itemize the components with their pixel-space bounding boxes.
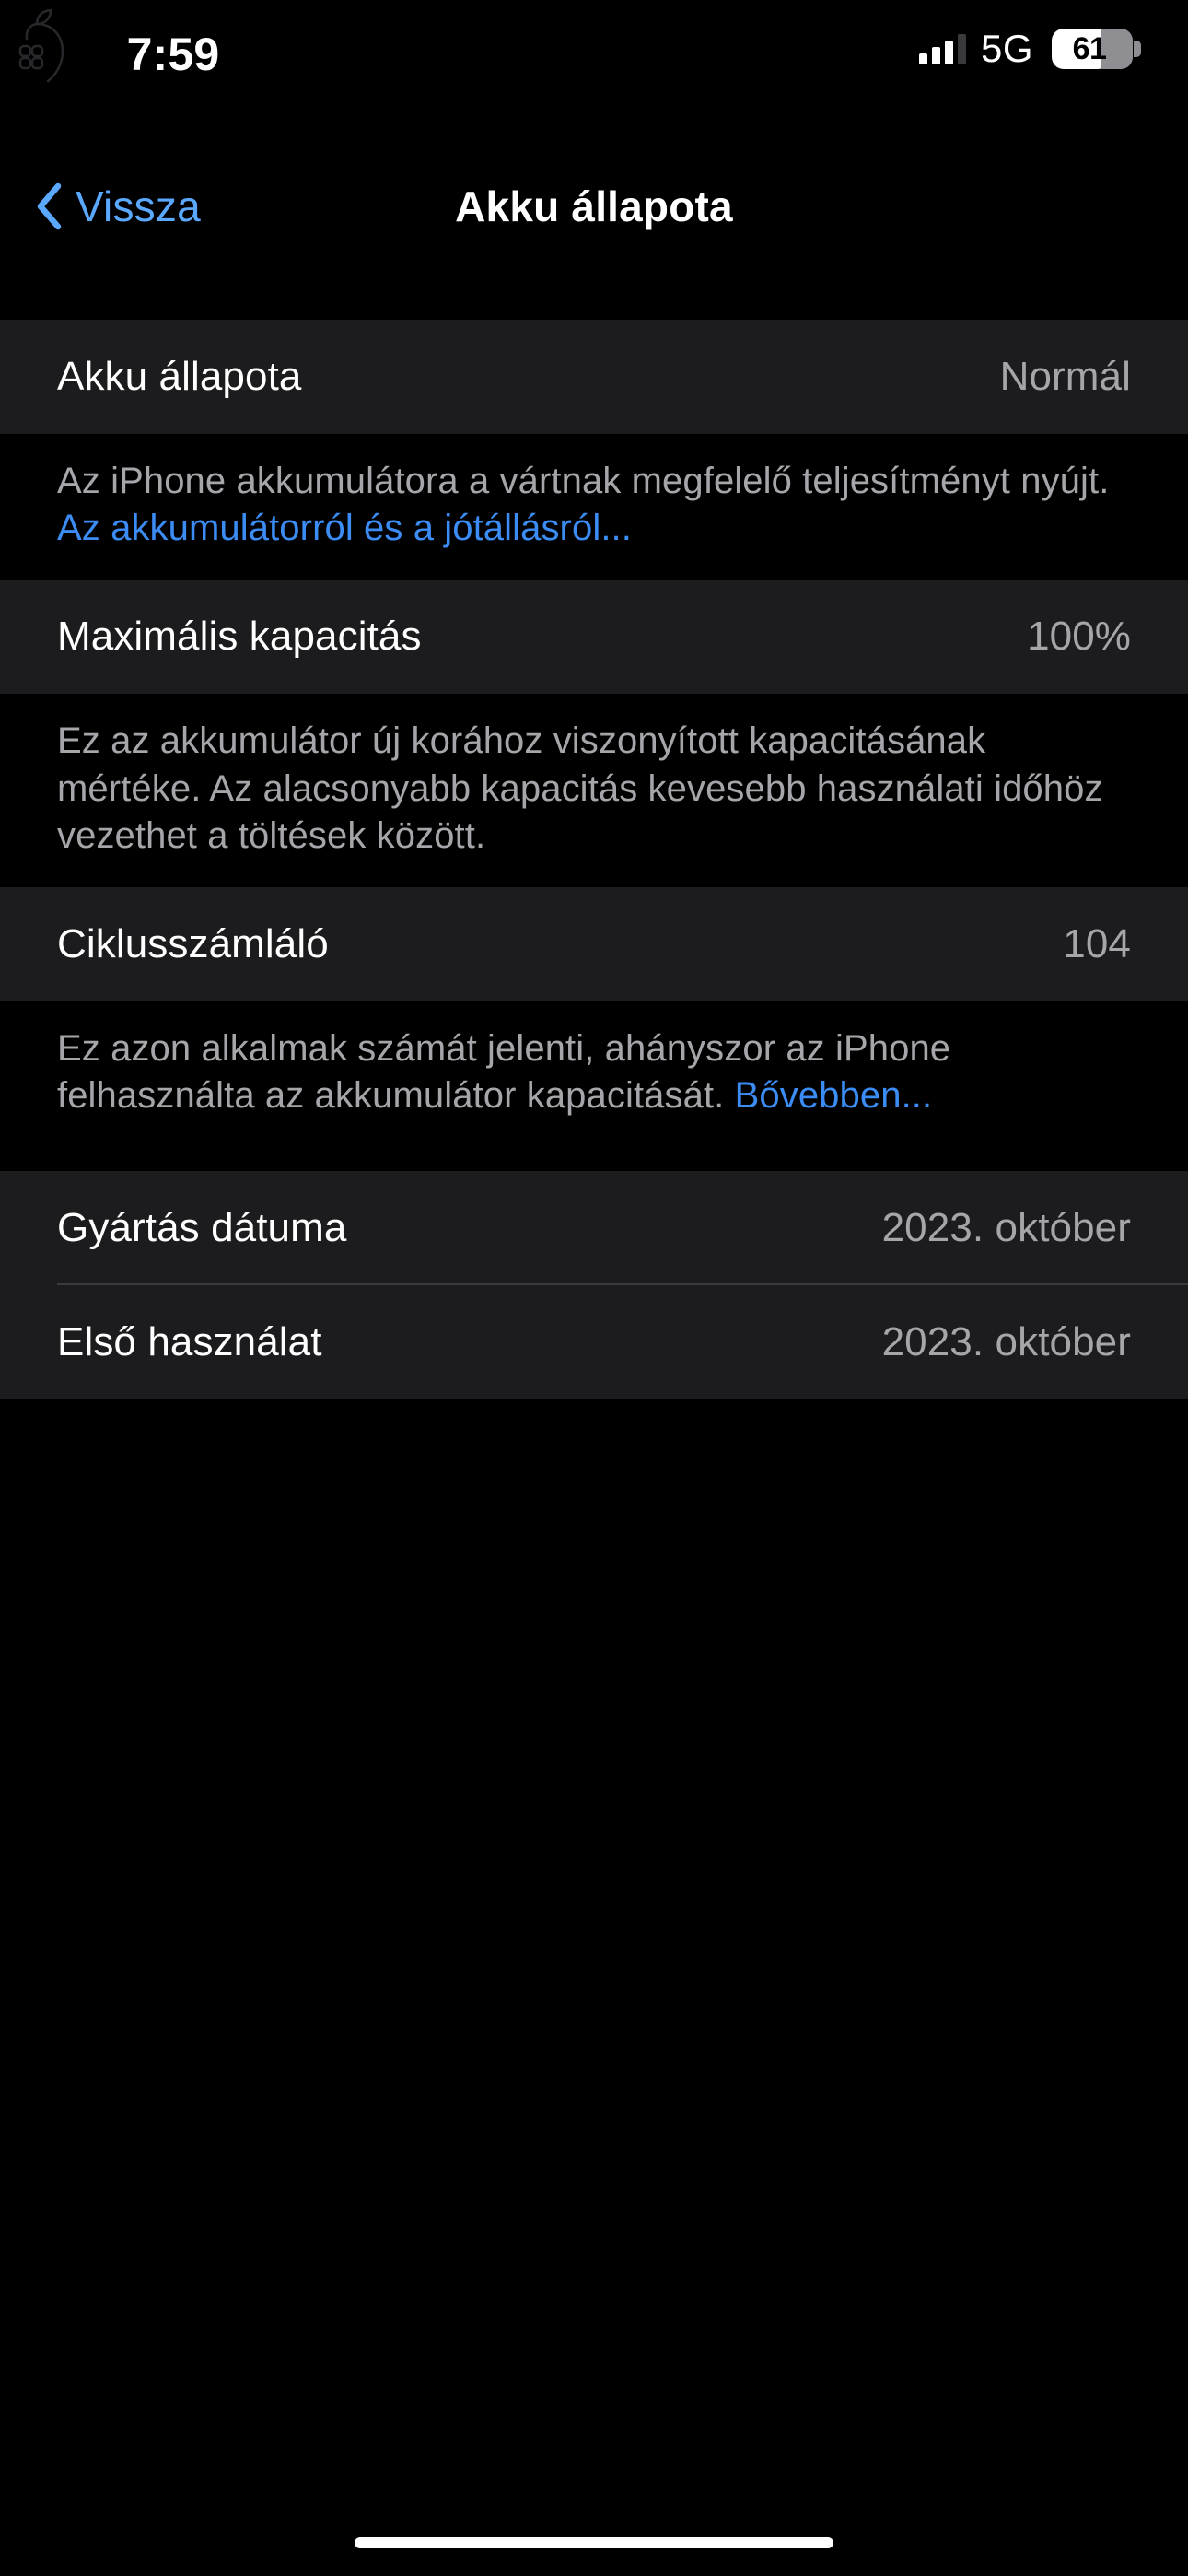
row-value: 2023. október (881, 1319, 1131, 1365)
battery-indicator: 61 (1052, 29, 1141, 69)
row-value: 100% (1027, 614, 1131, 660)
footer-text: Ez az akkumulátor új korához viszonyítot… (57, 720, 1103, 856)
status-bar-indicators: 5G 61 (918, 27, 1141, 70)
row-label: Első használat (57, 1319, 322, 1365)
iphone-screen: 7:59 5G 61 Vissza Akku állapota Akku áll… (0, 0, 1188, 2576)
row-battery-health[interactable]: Akku állapota Normál (0, 320, 1188, 434)
row-manufacture-date[interactable]: Gyártás dátuma 2023. október (0, 1171, 1188, 1286)
row-label: Akku állapota (57, 354, 302, 399)
row-label: Gyártás dátuma (57, 1205, 347, 1251)
page-title: Akku állapota (455, 182, 733, 230)
status-bar: 7:59 5G 61 (0, 0, 1188, 111)
section-max-capacity: Maximális kapacitás 100% (0, 580, 1188, 695)
row-value: Normál (999, 354, 1131, 399)
footer-battery-health: Az iPhone akkumulátora a vártnak megfele… (0, 434, 1188, 580)
footer-cycle-count: Ez azon alkalmak számát jelenti, ahánysz… (0, 1001, 1188, 1172)
network-type-label: 5G (980, 27, 1033, 70)
row-value: 104 (1063, 920, 1131, 966)
home-indicator[interactable] (355, 2537, 833, 2548)
footer-max-capacity: Ez az akkumulátor új korához viszonyítot… (0, 694, 1188, 887)
section-battery-health: Akku állapota Normál (0, 320, 1188, 434)
status-bar-time: 7:59 (126, 29, 220, 80)
battery-percent-label: 61 (1072, 30, 1107, 66)
battery-cap-icon (1134, 41, 1141, 57)
section-dates: Gyártás dátuma 2023. október Első haszná… (0, 1171, 1188, 1400)
row-value: 2023. október (881, 1205, 1131, 1251)
cycle-count-learn-more-link[interactable]: Bővebben... (735, 1075, 933, 1116)
row-cycle-count[interactable]: Ciklusszámláló 104 (0, 887, 1188, 1001)
settings-table: Akku állapota Normál Az iPhone akkumulát… (0, 320, 1188, 1400)
row-label: Maximális kapacitás (57, 614, 422, 660)
row-first-use[interactable]: Első használat 2023. október (0, 1285, 1188, 1399)
battery-icon: 61 (1052, 29, 1133, 69)
row-max-capacity[interactable]: Maximális kapacitás 100% (0, 580, 1188, 694)
section-cycle-count: Ciklusszámláló 104 (0, 886, 1188, 1001)
cellular-signal-icon (918, 33, 966, 64)
row-label: Ciklusszámláló (57, 920, 329, 966)
battery-warranty-link[interactable]: Az akkumulátorról és a jótállásról... (57, 508, 632, 548)
navigation-bar: Vissza Akku állapota (0, 157, 1188, 267)
footer-text: Az iPhone akkumulátora a vártnak megfele… (57, 461, 1110, 501)
